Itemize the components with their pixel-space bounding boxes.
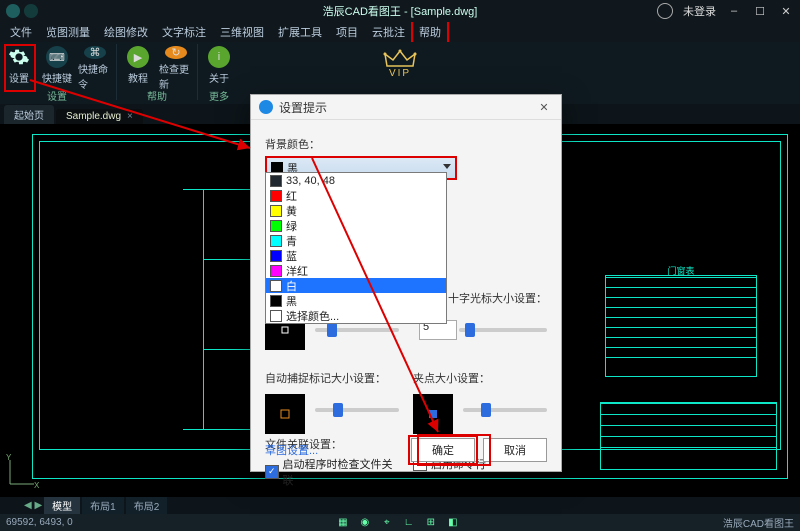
login-status[interactable]: 未登录	[683, 3, 716, 19]
close-icon[interactable]: ×	[127, 111, 133, 122]
tab-sample[interactable]: Sample.dwg×	[56, 109, 143, 124]
ribbon-group-help: 帮助	[147, 88, 167, 103]
svg-text:Y: Y	[6, 454, 12, 462]
status-icon[interactable]: ⊞	[424, 516, 438, 530]
dialog-icon	[259, 100, 273, 114]
color-option[interactable]: 红	[266, 188, 446, 203]
color-option[interactable]: 蓝	[266, 248, 446, 263]
ribbon-tutorial-button[interactable]: ▶ 教程	[121, 44, 155, 88]
crosshair-size-slider[interactable]	[315, 328, 399, 332]
snap-size-slider[interactable]	[315, 408, 399, 412]
bg-color-label: 背景颜色：	[265, 136, 547, 152]
grip-size-slider[interactable]	[463, 408, 547, 412]
gear-icon	[8, 46, 30, 68]
qat-icon[interactable]	[24, 4, 38, 18]
grip-preview	[413, 394, 453, 434]
dialog-close-button[interactable]: ✕	[535, 101, 553, 114]
ribbon-update-button[interactable]: ↻ 检查更新	[159, 44, 193, 88]
refresh-icon: ↻	[165, 46, 187, 59]
status-icon[interactable]: ▦	[336, 516, 350, 530]
minimize-button[interactable]: –	[726, 4, 742, 18]
color-option[interactable]: 绿	[266, 218, 446, 233]
color-option-more[interactable]: 选择颜色...	[266, 308, 446, 323]
menu-draw-edit[interactable]: 绘图修改	[98, 22, 154, 42]
ribbon-group-settings: 设置	[47, 88, 67, 103]
bg-color-dropdown: 33, 40, 48 红 黄 绿 青 蓝 洋红 白 黑 选择颜色...	[265, 172, 447, 324]
snap-preview	[265, 394, 305, 434]
brand-label: 浩辰CAD看图王	[723, 515, 794, 530]
door-window-schedule: 门窗表	[605, 275, 757, 377]
color-option[interactable]: 洋红	[266, 263, 446, 278]
status-icon[interactable]: ◧	[446, 516, 460, 530]
vip-badge[interactable]: VIP	[383, 48, 417, 79]
coordinates: 69592, 6493, 0	[6, 517, 73, 528]
color-option[interactable]: 33, 40, 48	[266, 173, 446, 188]
snap-size-label: 自动捕捉标记大小设置：	[265, 370, 399, 386]
close-button[interactable]: ✕	[778, 4, 794, 18]
menu-cloud-annot[interactable]: 云批注	[366, 22, 411, 42]
color-option[interactable]: 黑	[266, 293, 446, 308]
command-icon: ⌘	[84, 46, 106, 59]
menu-view-measure[interactable]: 览图测量	[40, 22, 96, 42]
crosshair-size-slider-2[interactable]	[459, 328, 547, 332]
app-icon	[6, 4, 20, 18]
menu-file[interactable]: 文件	[4, 22, 38, 42]
status-icon[interactable]: ∟	[402, 516, 416, 530]
ucs-icon: YX	[4, 454, 40, 493]
play-icon: ▶	[127, 46, 149, 68]
menu-bar: 文件 览图测量 绘图修改 文字标注 三维视图 扩展工具 项目 云批注 帮助	[0, 22, 800, 42]
tab-start[interactable]: 起始页	[4, 105, 54, 124]
color-option[interactable]: 黄	[266, 203, 446, 218]
info-icon: i	[208, 46, 230, 68]
menu-project[interactable]: 项目	[330, 22, 364, 42]
menu-text-annot[interactable]: 文字标注	[156, 22, 212, 42]
chevron-down-icon	[443, 164, 451, 169]
title-bar: 浩辰CAD看图王 - [Sample.dwg] 未登录 – ☐ ✕	[0, 0, 800, 22]
user-icon[interactable]	[657, 3, 673, 19]
menu-3d-view[interactable]: 三维视图	[214, 22, 270, 42]
ribbon-about-button[interactable]: i 关于	[202, 44, 236, 88]
ribbon-hotcmd-button[interactable]: ⌘ 快捷命令	[78, 44, 112, 88]
tab-layout1[interactable]: 布局1	[82, 497, 124, 514]
ribbon-group-more: 更多	[209, 88, 229, 103]
status-icon[interactable]: ◉	[358, 516, 372, 530]
draft-settings-link[interactable]: 草图设置...	[265, 442, 318, 458]
grip-size-label: 夹点大小设置：	[413, 370, 547, 386]
title-block	[600, 402, 777, 470]
status-bar: 69592, 6493, 0 ▦ ◉ ⌖ ∟ ⊞ ◧ 浩辰CAD看图王	[0, 514, 800, 531]
color-option-selected[interactable]: 白	[266, 278, 446, 293]
ok-button[interactable]: 确定	[411, 438, 475, 462]
maximize-button[interactable]: ☐	[752, 4, 768, 18]
menu-ext-tools[interactable]: 扩展工具	[272, 22, 328, 42]
layout-tabs: ◀ ▶ 模型 布局1 布局2	[0, 497, 800, 514]
svg-text:X: X	[34, 481, 40, 490]
color-option[interactable]: 青	[266, 233, 446, 248]
ribbon-settings-button[interactable]: 设置	[2, 44, 36, 88]
keyboard-icon: ⌨	[46, 46, 68, 68]
dialog-titlebar[interactable]: 设置提示 ✕	[251, 95, 561, 120]
tab-model[interactable]: 模型	[44, 497, 80, 514]
tab-layout2[interactable]: 布局2	[126, 497, 168, 514]
status-icon[interactable]: ⌖	[380, 516, 394, 530]
settings-dialog: 设置提示 ✕ 背景颜色： 黑 33, 40, 48 红 黄 绿 青 蓝 洋红 白…	[250, 94, 562, 472]
dialog-title: 设置提示	[279, 99, 535, 116]
cancel-button[interactable]: 取消	[483, 438, 547, 462]
ribbon-hotkey-button[interactable]: ⌨ 快捷键	[40, 44, 74, 88]
menu-help[interactable]: 帮助	[413, 22, 447, 42]
